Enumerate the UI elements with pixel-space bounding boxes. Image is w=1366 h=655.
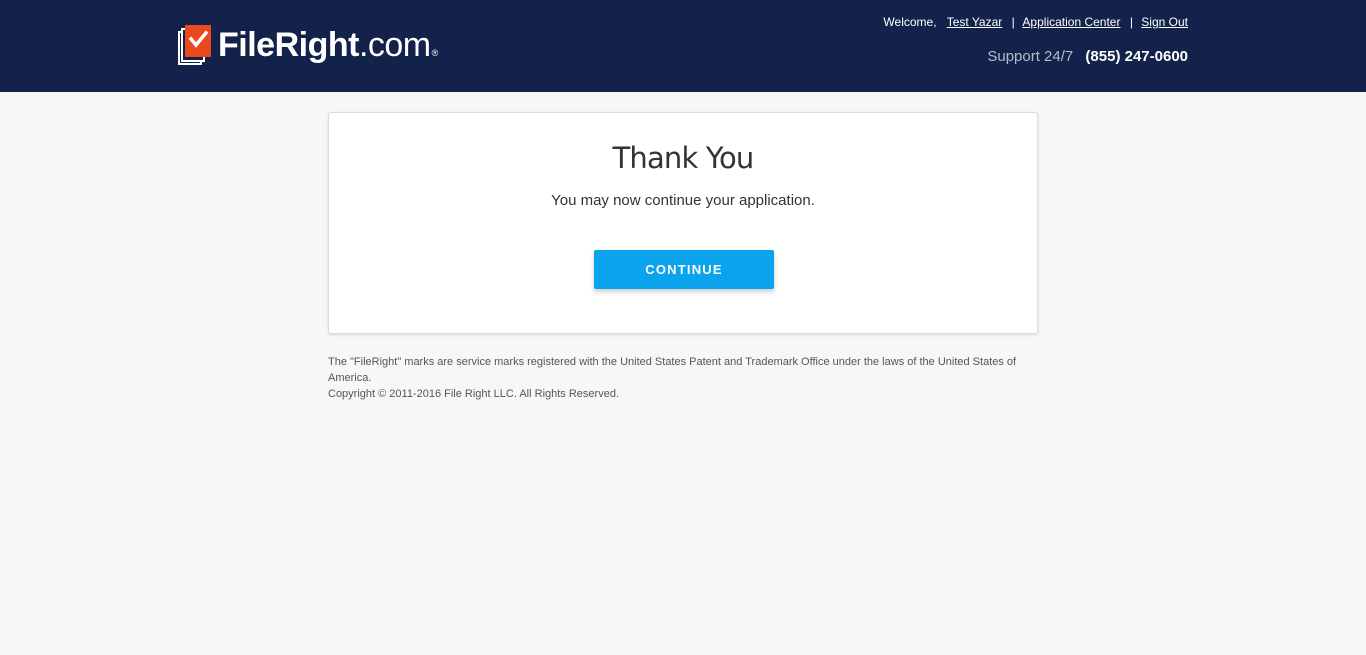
continue-button[interactable]: CONTINUE xyxy=(594,250,774,289)
trademark-notice: The "FileRight" marks are service marks … xyxy=(328,356,1017,384)
application-center-link[interactable]: Application Center xyxy=(1022,15,1120,29)
support-label: Support 24/7 xyxy=(987,48,1074,65)
fileright-logo[interactable]: FileRight.com ® xyxy=(178,22,438,68)
checklist-logo-icon xyxy=(178,22,214,68)
page-title: Thank You xyxy=(612,141,754,175)
thank-you-card: Thank You You may now continue your appl… xyxy=(328,112,1038,334)
page-footer: The "FileRight" marks are service marks … xyxy=(328,354,1018,402)
nav-separator: | xyxy=(1011,15,1015,29)
support-phone[interactable]: (855) 247-0600 xyxy=(1085,48,1188,65)
copyright-notice: Copyright © 2011-2016 File Right LLC. Al… xyxy=(328,388,619,400)
user-nav: Welcome, Test Yazar | Application Center… xyxy=(883,15,1188,29)
top-header: FileRight.com ® Welcome, Test Yazar | Ap… xyxy=(0,0,1366,92)
sign-out-link[interactable]: Sign Out xyxy=(1141,15,1188,29)
registered-mark: ® xyxy=(431,48,439,58)
support-info: Support 24/7 (855) 247-0600 xyxy=(987,48,1188,65)
welcome-label: Welcome, xyxy=(883,15,937,29)
nav-separator: | xyxy=(1129,15,1133,29)
logo-wordmark: FileRight.com xyxy=(218,25,431,64)
confirmation-message: You may now continue your application. xyxy=(551,192,815,209)
user-name-link[interactable]: Test Yazar xyxy=(947,15,1003,29)
